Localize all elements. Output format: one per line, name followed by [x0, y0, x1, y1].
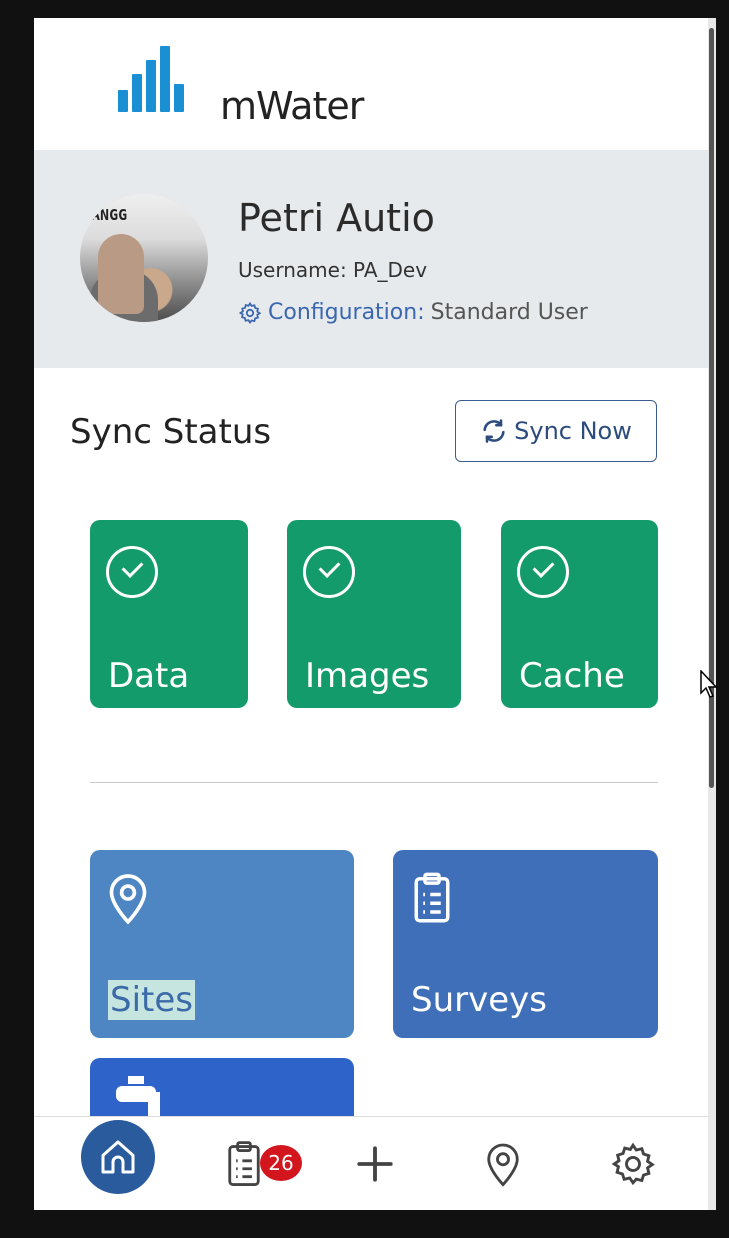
username-text: Username: PA_Dev: [238, 258, 428, 282]
section-divider: [90, 782, 658, 783]
sync-now-button[interactable]: Sync Now: [455, 400, 657, 462]
configuration-link[interactable]: Configuration:: [268, 300, 425, 325]
nav-map[interactable]: [480, 1117, 526, 1210]
check-circle-icon: [106, 546, 158, 598]
avatar-sign-text: CANGG: [82, 206, 128, 224]
mouse-cursor-icon: [700, 670, 718, 698]
gear-icon: [238, 301, 262, 324]
logo-text: mWater: [220, 84, 364, 128]
surveys-label: Surveys: [411, 980, 547, 1020]
avatar[interactable]: CANGG: [80, 194, 208, 322]
configuration-row[interactable]: Configuration: Standard User: [238, 300, 588, 325]
nav-home[interactable]: [80, 1117, 156, 1210]
home-icon: [101, 1140, 135, 1174]
check-circle-icon: [303, 546, 355, 598]
mwater-logo-icon: [118, 46, 184, 112]
sync-status-title: Sync Status: [70, 412, 272, 452]
app-screen: mWater CANGG Petri Autio Username: PA_De…: [34, 18, 708, 1210]
sync-tile-cache[interactable]: Cache: [501, 520, 658, 708]
bottom-navigation: [34, 1116, 708, 1210]
faucet-icon: [116, 1076, 160, 1116]
sites-label: Sites: [108, 980, 195, 1020]
nav-settings[interactable]: [608, 1117, 658, 1210]
map-pin-icon: [109, 874, 147, 925]
map-pin-icon: [487, 1143, 519, 1187]
plus-icon: [357, 1146, 393, 1182]
configuration-value: Standard User: [430, 300, 588, 325]
user-profile-panel: CANGG Petri Autio Username: PA_Dev Confi…: [34, 150, 708, 368]
check-circle-icon: [517, 546, 569, 598]
sync-tile-label: Cache: [519, 656, 625, 696]
sync-tile-data[interactable]: Data: [90, 520, 248, 708]
user-name: Petri Autio: [238, 196, 435, 240]
surveys-count-badge: 26: [260, 1145, 302, 1181]
sync-tile-label: Data: [108, 656, 190, 696]
surveys-card[interactable]: Surveys: [393, 850, 658, 1038]
app-header: mWater: [34, 18, 708, 150]
sync-tile-label: Images: [305, 656, 430, 696]
sync-now-label: Sync Now: [514, 417, 632, 445]
clipboard-list-icon: [228, 1141, 260, 1187]
refresh-icon: [483, 419, 505, 443]
gear-icon: [611, 1142, 655, 1186]
clipboard-icon: [414, 872, 450, 923]
nav-add[interactable]: [352, 1117, 398, 1210]
sync-tile-images[interactable]: Images: [287, 520, 461, 708]
sites-card[interactable]: Sites: [90, 850, 354, 1038]
